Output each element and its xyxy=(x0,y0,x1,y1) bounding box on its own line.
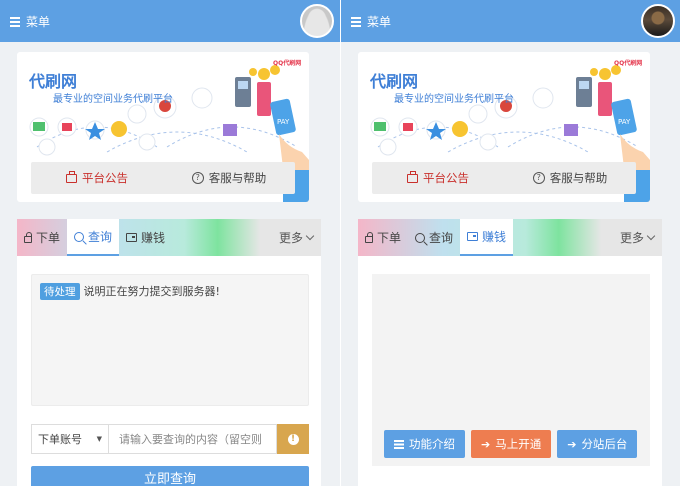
lock-icon xyxy=(24,232,32,243)
tab-query[interactable]: 查询 xyxy=(408,219,460,256)
tab-query[interactable]: 查询 xyxy=(67,219,120,256)
banner: PAY QQ代刷网 代刷网 最专业的空间业务代刷平台 平台公告 ? 客服与帮助 xyxy=(358,52,650,202)
chevron-down-icon xyxy=(646,231,656,241)
exclamation-icon: ! xyxy=(287,433,299,445)
left-panel: 菜单 PAY QQ代刷网 代刷网 最专业的空间业务代刷平台 平台公告 ? 客服与… xyxy=(0,0,340,486)
menu-button[interactable]: 菜单 xyxy=(351,13,391,30)
more-label: 更多 xyxy=(619,231,644,245)
tab-label: 赚钱 xyxy=(141,231,166,245)
banner: PAY QQ代刷网 代刷网 最专业的空间业务代刷平台 平台公告 ? 客服与帮助 xyxy=(17,52,309,202)
help-button[interactable]: ? 客服与帮助 xyxy=(163,162,295,194)
hamburger-icon xyxy=(351,16,361,27)
tab-label: 下单 xyxy=(36,231,61,245)
arrow-right-icon: ➔ xyxy=(481,437,491,451)
chevron-down-icon xyxy=(305,231,315,241)
info-button[interactable]: ! xyxy=(277,424,309,454)
banner-subtitle: 最专业的空间业务代刷平台 xyxy=(53,94,173,105)
top-bar: 菜单 xyxy=(0,0,340,42)
earn-card: 功能介绍 ➔ 马上开通 ➔ 分站后台 xyxy=(358,256,662,486)
question-circle-icon: ? xyxy=(191,172,204,184)
notice-bar: 平台公告 ? 客服与帮助 xyxy=(31,162,295,194)
open-now-button[interactable]: ➔ 马上开通 xyxy=(471,430,552,458)
query-input[interactable]: 请输入要查询的内容（留空则 xyxy=(109,424,277,454)
banner-subtitle: 最专业的空间业务代刷平台 xyxy=(394,94,514,105)
top-bar: 菜单 xyxy=(341,0,680,42)
svg-text:PAY: PAY xyxy=(618,118,631,126)
right-panel: 菜单 PAY QQ代刷网 代刷网 最专业的空间业务代刷平台 平台公告 ? 客服与… xyxy=(340,0,680,486)
announcement-label: 平台公告 xyxy=(423,171,469,185)
wallet-icon xyxy=(126,233,138,242)
query-placeholder: 请输入要查询的内容（留空则 xyxy=(119,433,262,446)
button-label: 马上开通 xyxy=(495,437,542,451)
help-label: 客服与帮助 xyxy=(549,171,608,185)
caret-down-icon: ▼ xyxy=(96,435,102,443)
substation-admin-button[interactable]: ➔ 分站后台 xyxy=(557,430,638,458)
menu-label: 菜单 xyxy=(26,15,51,29)
more-dropdown[interactable]: 更多 xyxy=(620,219,662,256)
avatar[interactable] xyxy=(300,4,334,38)
announcement-label: 平台公告 xyxy=(82,171,128,185)
menu-label: 菜单 xyxy=(367,15,392,29)
announcement-button[interactable]: 平台公告 xyxy=(372,162,504,194)
submit-query-button[interactable]: 立即查询 xyxy=(31,466,309,486)
hamburger-icon xyxy=(10,16,20,27)
button-label: 功能介绍 xyxy=(409,437,455,451)
lock-icon xyxy=(365,232,373,243)
select-value: 下单账号 xyxy=(38,433,82,446)
more-dropdown[interactable]: 更多 xyxy=(279,219,321,256)
tab-bar: 下单 查询 赚钱 更多 xyxy=(17,219,321,256)
tab-order[interactable]: 下单 xyxy=(17,219,67,256)
search-icon xyxy=(74,231,85,242)
brand-logo: QQ代刷网 xyxy=(273,60,302,67)
status-textbox[interactable]: 待处理 说明正在努力提交到服务器! xyxy=(31,274,309,406)
briefcase-icon xyxy=(407,170,418,183)
status-badge: 待处理 xyxy=(40,283,80,300)
tab-order[interactable]: 下单 xyxy=(358,219,408,256)
list-icon xyxy=(394,439,404,449)
more-label: 更多 xyxy=(278,231,303,245)
briefcase-icon xyxy=(66,170,77,183)
tab-bar: 下单 查询 赚钱 更多 xyxy=(358,219,662,256)
button-label: 分站后台 xyxy=(581,437,628,451)
menu-button[interactable]: 菜单 xyxy=(10,13,50,30)
feature-intro-button[interactable]: 功能介绍 xyxy=(384,430,465,458)
action-button-row: 功能介绍 ➔ 马上开通 ➔ 分站后台 xyxy=(384,430,638,458)
arrow-right-icon: ➔ xyxy=(567,437,577,451)
question-circle-icon: ? xyxy=(532,172,545,184)
search-icon xyxy=(415,232,426,243)
svg-text:PAY: PAY xyxy=(277,118,290,126)
banner-title: 代刷网 xyxy=(29,72,78,91)
tab-label: 赚钱 xyxy=(482,230,507,244)
tab-label: 查询 xyxy=(88,230,113,244)
help-label: 客服与帮助 xyxy=(208,171,267,185)
wallet-icon xyxy=(467,232,479,241)
tab-label: 查询 xyxy=(429,231,454,245)
help-button[interactable]: ? 客服与帮助 xyxy=(504,162,636,194)
tab-label: 下单 xyxy=(377,231,402,245)
status-text: 说明正在努力提交到服务器! xyxy=(83,285,220,298)
query-card: 待处理 说明正在努力提交到服务器! 下单账号 ▼ 请输入要查询的内容（留空则 ! … xyxy=(17,256,321,486)
query-row: 下单账号 ▼ 请输入要查询的内容（留空则 ! xyxy=(31,424,309,454)
tab-earn[interactable]: 赚钱 xyxy=(119,219,172,256)
account-type-select[interactable]: 下单账号 ▼ xyxy=(31,424,109,454)
banner-title: 代刷网 xyxy=(370,72,419,91)
notice-bar: 平台公告 ? 客服与帮助 xyxy=(372,162,636,194)
announcement-button[interactable]: 平台公告 xyxy=(31,162,163,194)
tab-earn[interactable]: 赚钱 xyxy=(460,219,514,256)
avatar[interactable] xyxy=(641,4,675,38)
brand-logo: QQ代刷网 xyxy=(614,60,643,67)
